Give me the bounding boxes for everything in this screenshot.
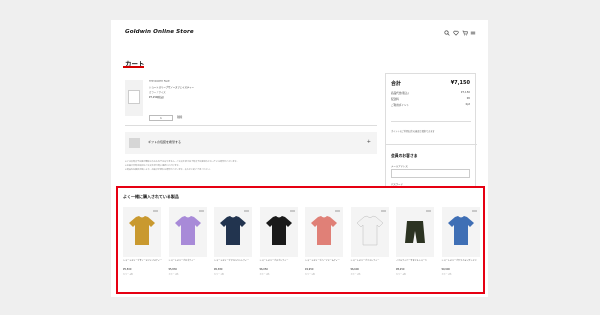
- divider: [386, 144, 477, 145]
- cart-item-image[interactable]: [125, 80, 143, 116]
- product-colors: カラー 2色: [350, 274, 361, 276]
- points-note: ポイントのご利用は次の画面で選択できます: [391, 130, 435, 133]
- product-name[interactable]: ショートスリーブフォトティー: [351, 260, 391, 263]
- product-name[interactable]: ショートスリーブロゴティー: [169, 260, 209, 263]
- product-price: ¥5,830: [168, 268, 177, 271]
- product-name[interactable]: ショートスリーブクライミングシャツ: [442, 260, 482, 263]
- product-name[interactable]: ショートスリーブザノースフェイスティー: [123, 260, 163, 263]
- brand-logo: [244, 210, 249, 212]
- brand-logo: [426, 210, 431, 212]
- brand-logo: [289, 210, 295, 212]
- delete-button[interactable]: 削除: [177, 115, 182, 121]
- gift-label: ギフトの包装を希望する: [148, 140, 182, 144]
- search-icon[interactable]: [444, 30, 450, 36]
- total-row: 合計 ¥7,150: [391, 80, 470, 87]
- store-logo[interactable]: Goldwin Online Store: [125, 29, 194, 35]
- order-summary: 合計 ¥7,150 商品代金(税込) ¥7,150 配送料 ¥0 ご利用ポイント…: [385, 73, 477, 195]
- divider: [391, 121, 471, 122]
- brand-logo: [471, 210, 477, 212]
- quantity-value: 1: [160, 117, 162, 120]
- product-colors: カラー 5色: [305, 274, 315, 276]
- product-image[interactable]: [305, 207, 343, 257]
- product-image[interactable]: [259, 207, 298, 257]
- product-image[interactable]: [168, 207, 207, 257]
- brand-logo: [335, 210, 340, 212]
- summary-label: ご利用ポイント: [391, 104, 410, 107]
- product-price: ¥6,600: [350, 268, 359, 271]
- gift-option[interactable]: ギフトの包装を希望する +: [125, 132, 377, 154]
- product-image[interactable]: [214, 207, 252, 257]
- cart-item-brand: THE NORTH FACE: [149, 80, 170, 83]
- recommend-title: よく一緒に購入されている製品: [123, 194, 179, 199]
- product-price: ¥8,250: [396, 268, 405, 271]
- quantity-stepper[interactable]: 1: [149, 115, 173, 121]
- summary-row: 商品代金(税込) ¥7,150: [391, 91, 470, 95]
- product-colors: カラー 3色: [259, 274, 270, 276]
- divider: [125, 125, 377, 126]
- product-image[interactable]: [123, 207, 161, 257]
- product-colors: カラー 2色: [441, 274, 452, 276]
- product-colors: カラー 3色: [168, 274, 179, 276]
- product-colors: カラー 4色: [123, 274, 133, 276]
- total-value: ¥7,150: [450, 80, 470, 86]
- brand-logo: [153, 210, 158, 212]
- product-price: ¥6,380: [214, 268, 223, 271]
- title-underline: [123, 66, 144, 68]
- summary-label: 商品代金(税込): [391, 92, 409, 95]
- menu-icon[interactable]: [470, 30, 476, 36]
- gift-icon: [129, 138, 140, 148]
- summary-value: ¥7,150: [460, 91, 470, 94]
- summary-row: ご利用ポイント 0pt: [391, 103, 470, 107]
- email-field[interactable]: [391, 169, 470, 178]
- product-price: ¥6,050: [259, 268, 268, 271]
- total-label: 合計: [391, 81, 402, 87]
- summary-label: 配送料: [391, 98, 399, 101]
- summary-row: 配送料 ¥0: [391, 97, 470, 101]
- expand-icon[interactable]: +: [367, 139, 371, 145]
- product-price: ¥9,900: [441, 268, 450, 271]
- cart-item-price: ¥7,150(税込): [149, 96, 165, 99]
- cart-item-variant: カラー / サイズ: [149, 91, 166, 94]
- brand-logo: [198, 210, 204, 212]
- product-name[interactable]: ショートスリーブハーフドームティー: [305, 260, 345, 263]
- product-image[interactable]: [396, 207, 434, 257]
- note-line: ※商品の在庫状況等により、お届けが遅れる場合がございます。あらかじめご了承くださ…: [125, 169, 212, 172]
- heart-icon[interactable]: [453, 30, 459, 36]
- member-login-title: 会員のお客さま: [391, 153, 418, 158]
- recommended-products: よく一緒に購入されている製品 ショートスリーブザノースフェイスティー ¥5,500…: [116, 186, 485, 294]
- product-name[interactable]: ショートスリーブアロハベントティー: [214, 260, 254, 263]
- product-image[interactable]: [350, 207, 389, 257]
- product-image[interactable]: [441, 207, 480, 257]
- product-name[interactable]: ノベルティバーサタイルショーツ: [396, 260, 436, 263]
- summary-value: 0pt: [465, 103, 470, 106]
- summary-value: ¥0: [466, 97, 470, 100]
- product-colors: カラー 2色: [214, 274, 224, 276]
- cart-item-name[interactable]: ショートスリーブザノースフェイスティー: [149, 85, 194, 89]
- product-name[interactable]: ショートスリーブヌプシティー: [260, 260, 300, 263]
- product-price: ¥4,950: [305, 268, 314, 271]
- cart-notes: ※ご注文時点で在庫が確保されるものではありません。ご注文手続き完了時点で在庫切れ…: [125, 160, 377, 173]
- site-header: Goldwin Online Store: [111, 20, 488, 46]
- product-price: ¥5,500: [123, 268, 132, 271]
- brand-logo: [380, 210, 386, 212]
- cart-icon[interactable]: [462, 30, 468, 36]
- email-label: メールアドレス: [391, 165, 408, 168]
- product-colors: カラー 4色: [396, 274, 406, 276]
